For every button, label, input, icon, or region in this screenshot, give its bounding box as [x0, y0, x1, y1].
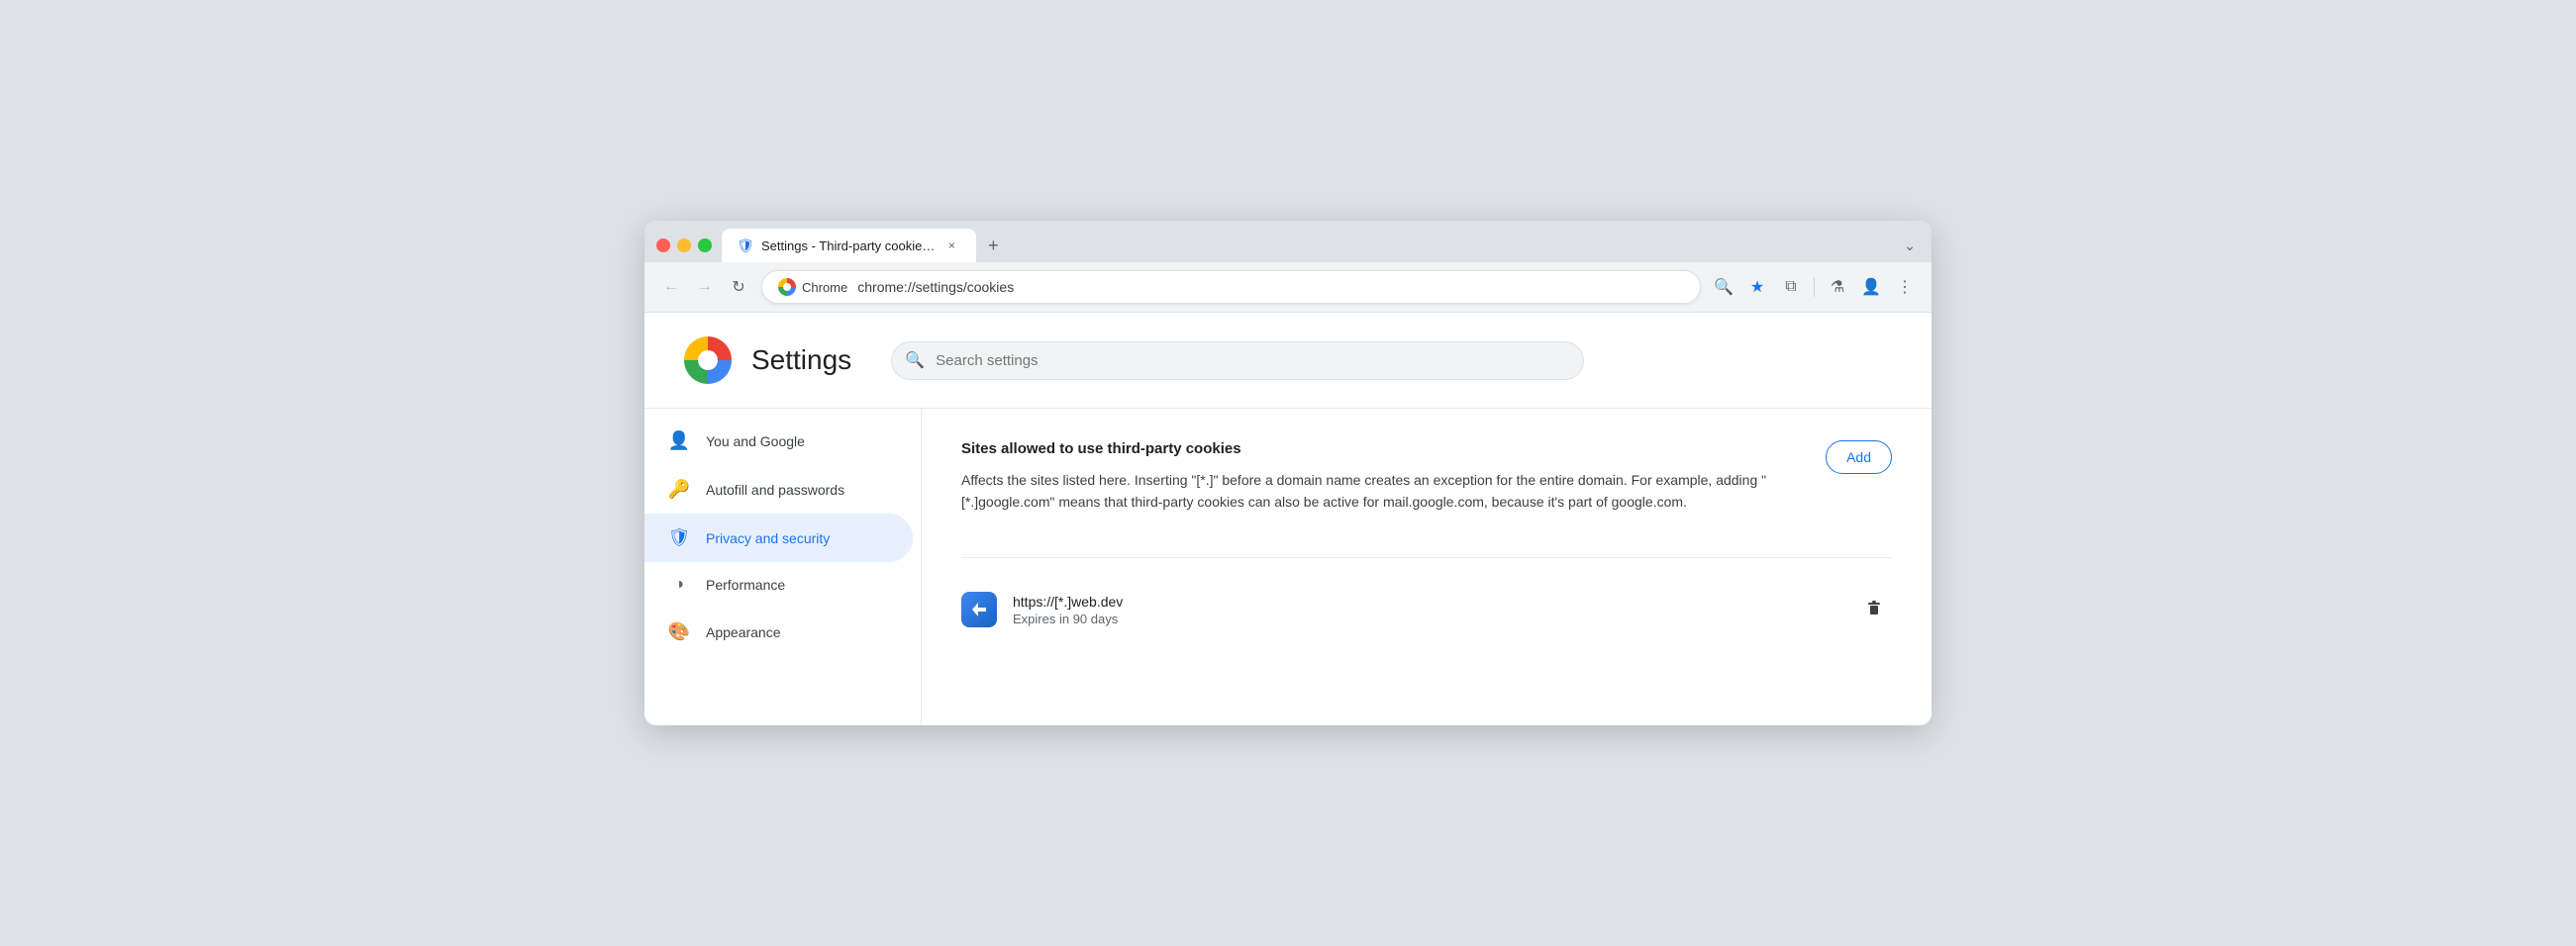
minimize-traffic-light[interactable]	[677, 238, 691, 252]
maximize-traffic-light[interactable]	[698, 238, 712, 252]
profile-button[interactable]: 👤	[1856, 272, 1886, 302]
settings-search: 🔍	[891, 341, 1584, 380]
omnibox-brand-label: Chrome	[802, 280, 847, 295]
sidebar-item-appearance[interactable]: 🎨 Appearance	[644, 608, 913, 656]
sidebar-label-autofill: Autofill and passwords	[706, 482, 844, 498]
person-icon: 👤	[668, 430, 690, 451]
reload-button[interactable]: ↻	[724, 272, 753, 302]
sidebar-item-autofill[interactable]: 🔑 Autofill and passwords	[644, 465, 913, 514]
tab-label: Settings - Third-party cookie…	[761, 238, 935, 253]
toolbar-actions: 🔍 ★ ⧉ ⚗ 👤 ⋮	[1709, 272, 1920, 302]
page-title: Settings	[751, 344, 851, 376]
browser-window: 🛡 Settings - Third-party cookie… × + ⌄ ←…	[644, 221, 1932, 725]
bookmark-star-button[interactable]: ★	[1742, 272, 1772, 302]
key-icon: 🔑	[668, 479, 690, 500]
settings-body: 👤 You and Google 🔑 Autofill and password…	[644, 409, 1932, 725]
trash-icon	[1864, 598, 1884, 617]
toolbar-divider	[1814, 277, 1815, 297]
forward-button[interactable]: →	[690, 272, 720, 302]
cookie-info: https://[*.]web.dev Expires in 90 days	[1013, 594, 1840, 626]
close-traffic-light[interactable]	[656, 238, 670, 252]
sidebar-item-performance[interactable]: ◑ Performance	[644, 562, 913, 608]
toolbar-nav: ← → ↻	[656, 272, 753, 302]
search-input[interactable]	[891, 341, 1584, 380]
new-tab-button[interactable]: +	[978, 231, 1008, 260]
tab-expand-button[interactable]: ⌄	[1896, 234, 1924, 258]
shield-icon: 🛡	[668, 527, 690, 548]
appearance-icon: 🎨	[668, 621, 690, 642]
delete-cookie-button[interactable]	[1856, 590, 1892, 630]
experiments-button[interactable]: ⚗	[1823, 272, 1852, 302]
omnibox-url: chrome://settings/cookies	[857, 279, 1014, 295]
tab-favicon-icon: 🛡	[738, 237, 753, 253]
main-content: Sites allowed to use third-party cookies…	[922, 409, 1932, 725]
back-button[interactable]: ←	[656, 272, 686, 302]
search-icon: 🔍	[905, 350, 925, 370]
performance-icon: ◑	[668, 576, 690, 594]
sidebar-label-you-and-google: You and Google	[706, 433, 805, 449]
menu-button[interactable]: ⋮	[1890, 272, 1920, 302]
chrome-logo-icon	[778, 278, 796, 296]
sidebar-item-privacy-security[interactable]: 🛡 Privacy and security	[644, 514, 913, 562]
settings-logo	[684, 336, 732, 384]
sidebar-label-appearance: Appearance	[706, 624, 781, 640]
cookie-url: https://[*.]web.dev	[1013, 594, 1840, 610]
section-title: Sites allowed to use third-party cookies	[961, 440, 1802, 457]
sidebar-label-privacy-security: Privacy and security	[706, 530, 830, 546]
sidebar-item-you-and-google[interactable]: 👤 You and Google	[644, 417, 913, 465]
tab-bar: 🛡 Settings - Third-party cookie… × + ⌄	[644, 221, 1932, 262]
add-button[interactable]: Add	[1826, 440, 1892, 474]
extensions-button[interactable]: ⧉	[1776, 272, 1806, 302]
traffic-lights	[652, 233, 720, 262]
search-wrap: 🔍	[891, 341, 1584, 380]
cookie-expires: Expires in 90 days	[1013, 612, 1840, 626]
section-header-row: Sites allowed to use third-party cookies…	[961, 440, 1892, 558]
active-tab[interactable]: 🛡 Settings - Third-party cookie… ×	[722, 229, 976, 262]
settings-page: Settings 🔍 👤 You and Google 🔑 Autofill a…	[644, 313, 1932, 725]
web-dev-favicon	[961, 592, 997, 627]
toolbar: ← → ↻ Chrome chrome://settings/cookies 🔍…	[644, 262, 1932, 313]
section-description: Affects the sites listed here. Inserting…	[961, 469, 1802, 514]
omnibox[interactable]: Chrome chrome://settings/cookies	[761, 270, 1701, 304]
sidebar-label-performance: Performance	[706, 577, 785, 593]
zoom-button[interactable]: 🔍	[1709, 272, 1738, 302]
tab-close-button[interactable]: ×	[942, 236, 960, 254]
settings-header: Settings 🔍	[644, 313, 1932, 409]
cookie-entry: https://[*.]web.dev Expires in 90 days	[961, 578, 1892, 642]
sidebar: 👤 You and Google 🔑 Autofill and password…	[644, 409, 922, 725]
section-text: Sites allowed to use third-party cookies…	[961, 440, 1802, 537]
omnibox-brand: Chrome	[778, 278, 847, 296]
